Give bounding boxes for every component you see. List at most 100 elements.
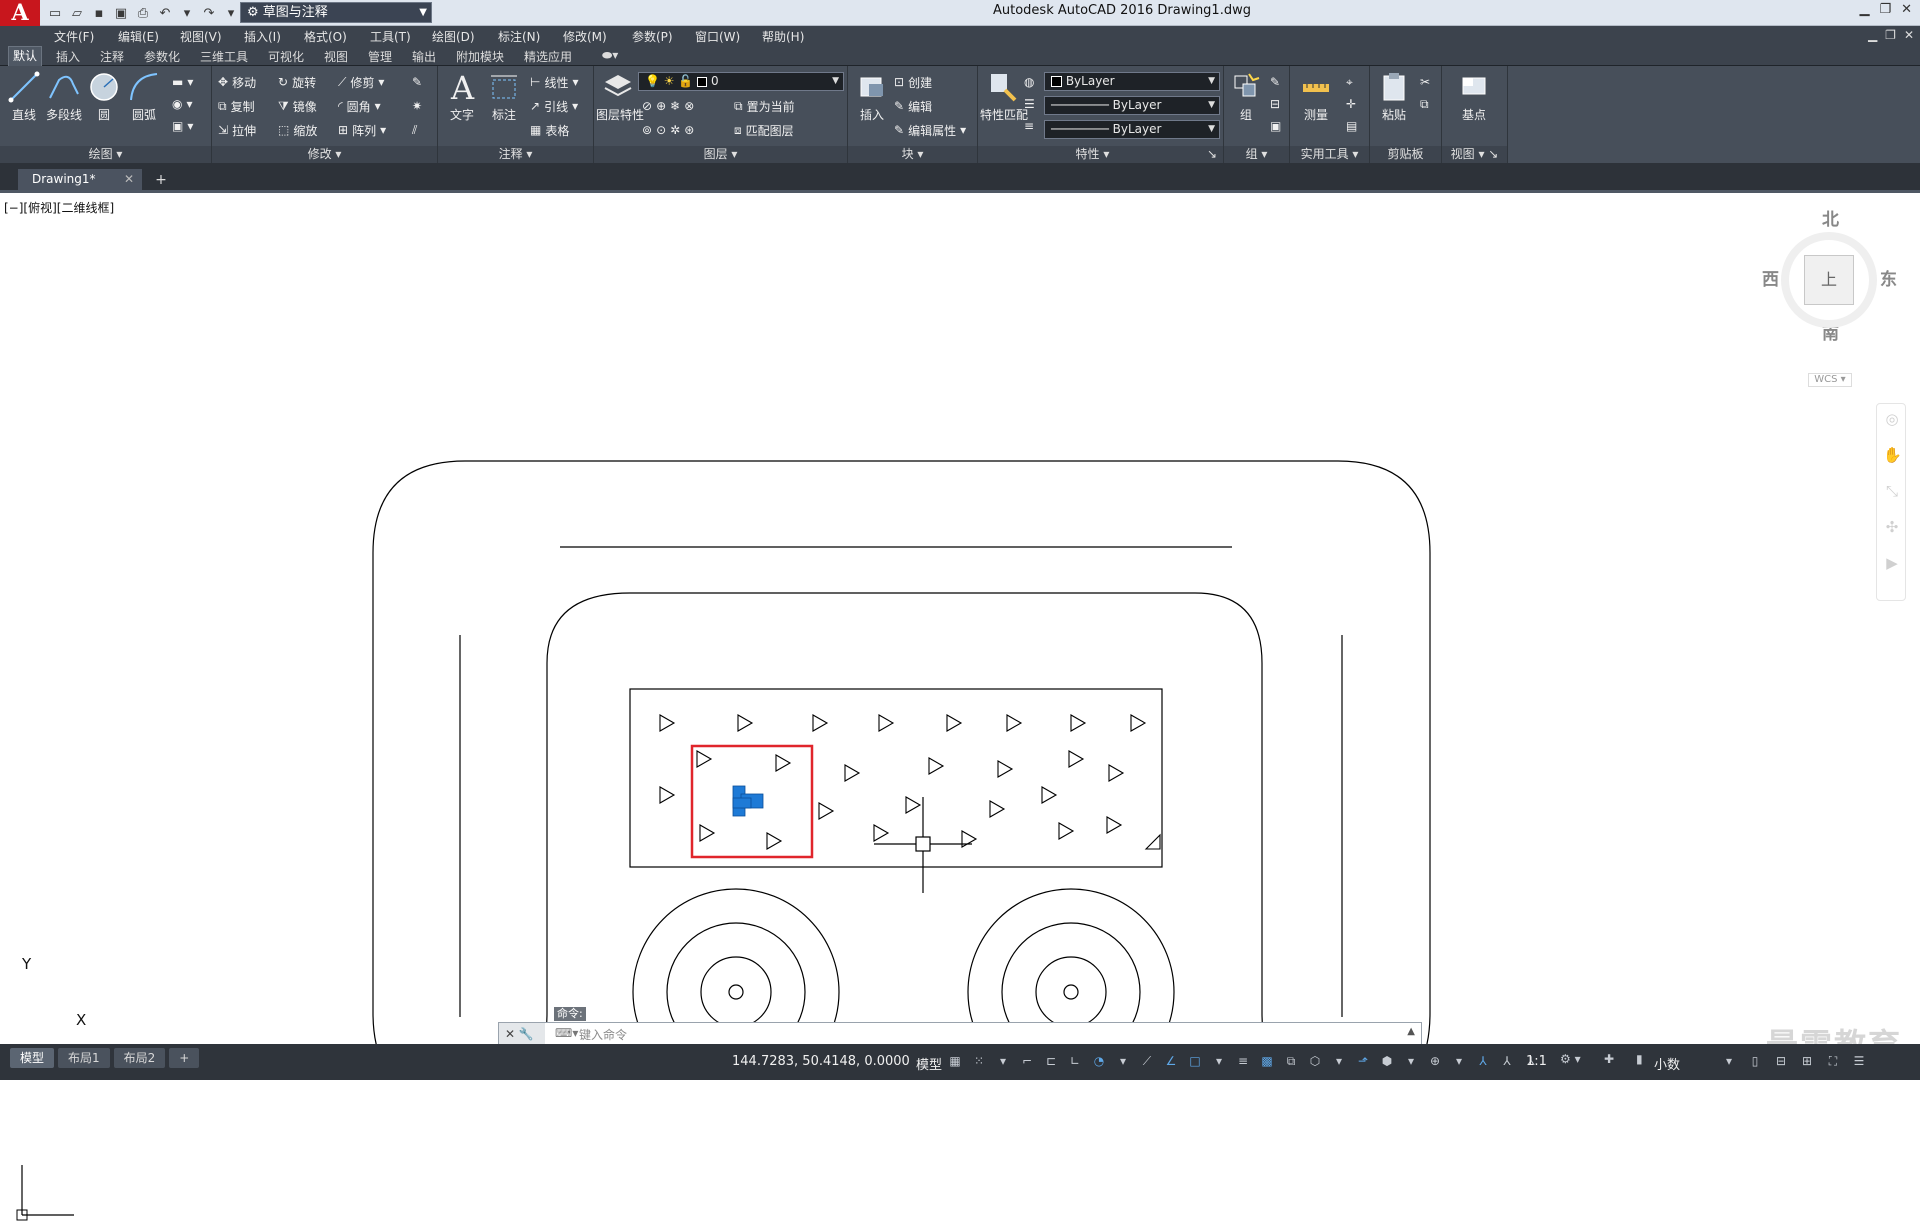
scale-button[interactable]: ⬚ 缩放 [278,120,317,140]
tab-default[interactable]: 默认 [8,46,43,66]
point-icon[interactable]: ✛ [1346,94,1356,114]
linetype-icon[interactable]: ☰ [1024,94,1035,114]
add-layout-icon[interactable]: + [169,1048,200,1068]
panel-title-utilities[interactable]: 实用工具 ▾ [1290,146,1369,163]
color-dropdown[interactable]: ByLayer ▼ [1044,72,1220,91]
color-wheel-icon[interactable]: ◍ [1024,72,1034,92]
zoom-extents-icon[interactable]: ⤡ [1883,482,1901,500]
layout-tab-layout2[interactable]: 布局2 [113,1048,166,1068]
copy-button[interactable]: ⧉ 复制 [218,96,255,116]
layer-unlock-icon[interactable]: ⊛ [684,123,694,137]
quick-properties-icon[interactable]: ▯ [1746,1052,1764,1070]
viewcube-west[interactable]: 西 [1762,265,1779,290]
3d-osnap-icon[interactable]: ⬡ [1306,1052,1324,1070]
lock-ui-icon[interactable]: ⊟ [1772,1052,1790,1070]
layer-off-icon[interactable]: ⊘ [642,99,652,113]
workspace-gear-icon[interactable]: ⚙ ▾ [1560,1052,1581,1066]
tab-visualize[interactable]: 可视化 [268,48,304,65]
layer-freeze-icon[interactable]: ❄ [670,99,680,113]
panel-title-annotation[interactable]: 注释 ▾ [438,146,593,163]
viewcube-compass-ring[interactable] [1780,231,1878,329]
dropdown-icon[interactable]: ▾ [1402,1052,1420,1070]
grid-icon[interactable]: ▦ [946,1052,964,1070]
command-input[interactable]: 键入命令 [579,1026,627,1043]
menu-edit[interactable]: 编辑(E) [118,28,159,45]
restore-icon[interactable]: ❐ [1879,2,1891,17]
viewcube[interactable]: 北 西 东 南 上 WCS ▾ [1760,205,1900,387]
model-space-toggle[interactable]: 模型 [916,1054,942,1073]
tab-parametric[interactable]: 参数化 [144,48,180,65]
offset-button[interactable]: ⫽ [412,120,417,140]
undo-icon[interactable]: ↶ [156,4,174,22]
menu-insert[interactable]: 插入(I) [244,28,281,45]
steering-wheel-icon[interactable]: ◎ [1883,410,1901,428]
tab-output[interactable]: 输出 [412,48,436,65]
create-block-button[interactable]: ⊡ 创建 [894,72,932,92]
panel-title-modify[interactable]: 修改 ▾ [212,146,437,163]
redo-icon[interactable]: ↷ [200,4,218,22]
workspace-switcher[interactable]: ⚙ 草图与注释 ▼ [240,2,432,23]
set-current-layer-button[interactable]: ⧉ 置为当前 [734,96,795,116]
document-tab[interactable]: Drawing1* ✕ [18,169,142,190]
chevron-up-icon[interactable]: ▲ [1407,1026,1415,1037]
boundary-tool[interactable]: ▣ ▾ [172,116,193,136]
save-icon[interactable]: ▪ [90,4,108,22]
move-button[interactable]: ✥ 移动 [218,72,256,92]
tab-manage[interactable]: 管理 [368,48,392,65]
array-button[interactable]: ⊞ 阵列 ▾ [338,120,386,140]
mirror-button[interactable]: ⧩ 镜像 [278,96,317,116]
gizmo-icon[interactable]: ⊕ [1426,1052,1444,1070]
annotation-scale-value[interactable]: 1:1 [1526,1054,1547,1069]
auto-scale-icon[interactable]: ⅄ [1498,1052,1516,1070]
hatch-tool[interactable]: ◉ ▾ [172,94,193,114]
doc-restore-icon[interactable]: ❐ [1885,28,1896,42]
print-icon[interactable]: ⎙ [134,4,152,22]
drawing-geometry[interactable] [0,193,1920,1044]
menu-help[interactable]: 帮助(H) [762,28,804,45]
layout-tab-layout1[interactable]: 布局1 [58,1048,110,1068]
showmotion-icon[interactable]: ▶ [1883,554,1901,572]
orbit-icon[interactable]: ✣ [1883,518,1901,536]
dropdown-icon[interactable]: ▾ [1210,1052,1228,1070]
copy-clip-icon[interactable]: ⧉ [1420,94,1429,114]
dialog-launcher-icon[interactable]: ↘ [1207,146,1223,163]
selection-cycling-icon[interactable]: ⧉ [1282,1052,1300,1070]
linear-dim-button[interactable]: ⊢ 线性 ▾ [530,72,579,92]
wrench-icon[interactable]: 🔧 [519,1027,534,1041]
group-select-icon[interactable]: ▣ [1270,116,1281,136]
clean-screen-icon[interactable]: ⛶ [1824,1052,1842,1070]
rectangle-tool[interactable]: ▬ ▾ [172,72,193,92]
wcs-menu[interactable]: WCS ▾ [1808,373,1852,387]
tab-annotate[interactable]: 注释 [100,48,124,65]
dimension-button[interactable]: 标注 [482,70,526,123]
new-tab-icon[interactable]: + [152,171,170,189]
selection-filter-icon[interactable]: ⬢ [1378,1052,1396,1070]
object-snap-tracking-icon[interactable]: ∠ [1162,1052,1180,1070]
menu-tools[interactable]: 工具(T) [370,28,411,45]
group-button[interactable]: 组 [1224,70,1268,123]
close-icon[interactable]: ✕ [1901,2,1912,17]
layer-dropdown[interactable]: 💡 ☀ 🔓 0 ▼ [638,72,844,91]
infer-constraints-icon[interactable]: ⌐ [1018,1052,1036,1070]
close-icon[interactable]: ✕ [505,1027,515,1041]
open-file-icon[interactable]: ▱ [68,4,86,22]
layer-isolate-icon[interactable]: ⊕ [656,99,666,113]
autocad-logo[interactable]: A [0,0,40,26]
layer-unisolate-icon[interactable]: ⊙ [656,123,666,137]
panel-title-view[interactable]: 视图 ▾ ↘ [1442,146,1507,163]
ribbon-toggle-icon[interactable]: ⬬▾ [602,48,618,63]
paste-button[interactable]: 粘贴 [1372,70,1416,123]
save-as-icon[interactable]: ▣ [112,4,130,22]
leader-button[interactable]: ↗ 引线 ▾ [530,96,578,116]
panel-title-layers[interactable]: 图层 ▾ [594,146,847,163]
menu-file[interactable]: 文件(F) [54,28,94,45]
command-prompt-icon[interactable]: ⌨▾ [555,1026,578,1040]
panel-title-draw[interactable]: 绘图 ▾ [0,146,211,163]
lineweight-icon[interactable]: ≡ [1024,116,1034,136]
line-button[interactable]: 直线 [2,70,46,123]
doc-minimize-icon[interactable]: ▁ [1868,28,1877,42]
dropdown-icon[interactable]: ▾ [1114,1052,1132,1070]
plus-icon[interactable]: ✚ [1604,1052,1614,1066]
explode-button[interactable]: ✷ [412,96,422,116]
panel-title-block[interactable]: 块 ▾ [848,146,977,163]
